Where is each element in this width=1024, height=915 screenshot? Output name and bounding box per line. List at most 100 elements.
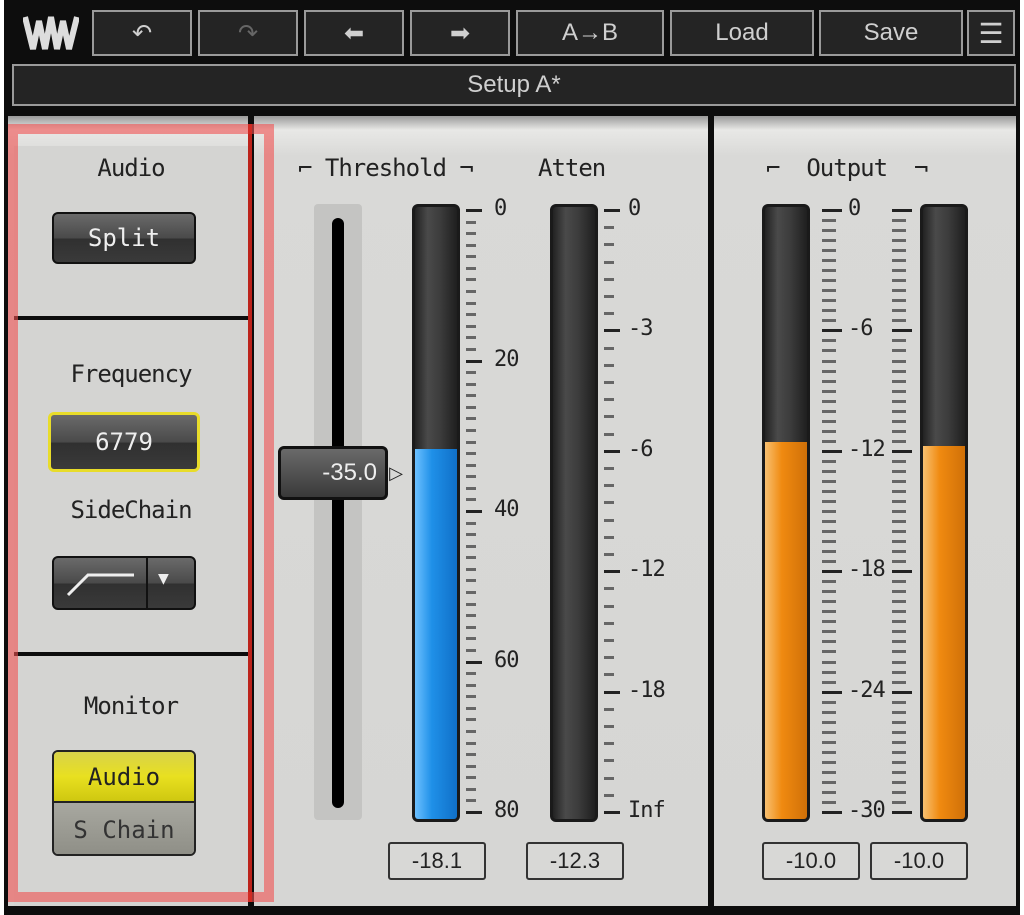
previous-preset-button[interactable]: ⬅ [304,10,404,56]
waves-logo-icon [18,10,84,56]
menu-button[interactable]: ☰ [967,10,1015,56]
major-tick [466,359,482,363]
minor-tick [892,409,906,413]
major-tick [822,811,842,814]
minor-tick [892,469,906,473]
minor-tick [822,770,836,774]
split-button[interactable]: Split [52,212,196,264]
arrow-left-icon: ⬅ [343,19,365,47]
minor-tick [892,229,906,233]
threshold-readout: -18.1 [388,842,486,880]
minor-tick [892,489,906,493]
minor-tick [892,259,906,263]
minor-tick [466,486,476,490]
monitor-schain-option[interactable]: S Chain [54,803,194,854]
major-tick [892,570,912,574]
minor-tick [822,640,836,644]
minor-tick [892,249,906,253]
minor-tick [466,544,476,548]
minor-tick [466,278,476,282]
minor-tick [604,363,614,367]
monitor-audio-option[interactable]: Audio [54,752,194,803]
minor-tick [466,220,476,224]
minor-tick [822,610,836,614]
minor-tick [892,560,906,564]
minor-tick [466,567,476,571]
minor-tick [892,479,906,483]
scale-label: 0 [848,196,861,221]
redo-button[interactable]: ↷ [198,10,298,56]
major-tick [466,811,482,814]
minor-tick [822,720,836,724]
minor-tick [466,232,476,236]
setup-preset-bar[interactable]: Setup A* [12,64,1016,106]
minor-tick [466,405,476,409]
minor-tick [892,359,906,363]
minor-tick [604,518,614,522]
minor-tick [892,650,906,654]
major-tick [822,690,842,694]
minor-tick [892,239,906,243]
minor-tick [604,467,614,470]
minor-tick [892,580,906,584]
minor-tick [822,349,836,353]
minor-tick [892,600,906,604]
minor-tick [822,760,836,764]
monitor-label: Monitor [83,692,179,720]
minor-tick [604,381,614,384]
minor-tick [892,299,906,303]
sidechain-filter-selector[interactable]: ▼ [52,556,196,610]
minor-tick [892,319,906,323]
load-button[interactable]: Load [670,10,814,56]
minor-tick [892,790,906,794]
minor-tick [466,255,476,259]
minor-tick [822,489,836,493]
minor-tick [822,359,836,363]
monitor-toggle[interactable]: Audio S Chain [52,750,196,856]
atten-title: Atten [538,154,606,182]
minor-tick [822,630,836,634]
minor-tick [466,347,476,351]
minor-tick [822,399,836,403]
minor-tick [466,764,476,768]
scale-label: 0 [628,196,641,221]
major-tick [892,449,912,453]
frequency-value-field[interactable]: 6779 [48,412,200,472]
save-button[interactable]: Save [819,10,963,56]
minor-tick [892,339,906,343]
threshold-input-meter [412,204,460,822]
minor-tick [604,553,614,556]
minor-tick [822,750,836,754]
minor-tick [892,389,906,393]
minor-tick [822,620,836,624]
threshold-slider-track[interactable] [314,204,362,820]
minor-tick [892,369,906,373]
undo-button[interactable]: ↶ [92,10,192,56]
minor-tick [822,369,836,373]
major-tick [892,811,912,814]
waves-deesser-plugin: ↶ ↷ ⬅ ➡ A→B Load Save ☰ Setup A* Audio S… [4,0,1020,915]
minor-tick [466,440,476,444]
minor-tick [466,498,476,502]
next-preset-button[interactable]: ➡ [410,10,510,56]
minor-tick [892,429,906,433]
minor-tick [822,479,836,483]
minor-tick [466,683,476,687]
minor-tick [604,484,614,488]
triangle-down-icon[interactable]: ▼ [158,568,169,589]
threshold-slider-handle[interactable]: -35.0 ▷ [278,446,403,501]
major-tick [604,570,620,574]
scale-label: 0 [494,196,507,221]
minor-tick [822,740,836,744]
minor-tick [466,741,476,745]
minor-tick [604,639,614,642]
output-panel: ⌐ Output ¬ 0 -6 -12 -18 -24 -30 -10.0 -10.0 [714,116,1016,906]
minor-tick [892,550,906,554]
minor-tick [466,672,476,676]
scale-label: -24 [848,677,886,703]
minor-tick [892,740,906,744]
major-tick [466,660,482,664]
output-readout-right: -10.0 [870,842,968,880]
ab-compare-button[interactable]: A→B [516,10,664,56]
minor-tick [822,229,836,233]
